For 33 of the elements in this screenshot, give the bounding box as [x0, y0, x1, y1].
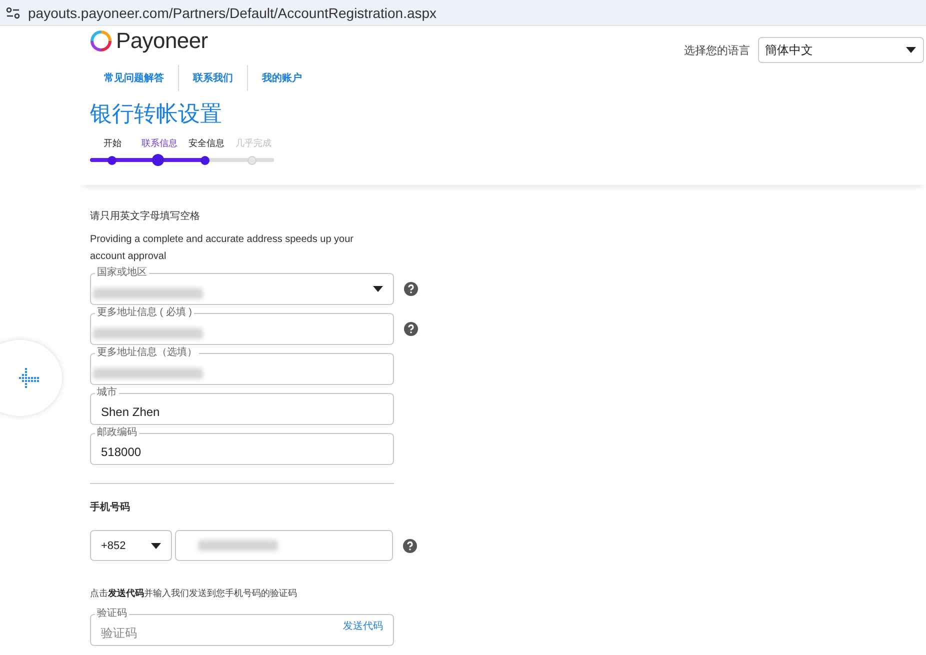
site-settings-icon[interactable]	[6, 6, 20, 18]
logo-text: Payoneer	[116, 28, 208, 54]
help-icon[interactable]	[404, 282, 418, 296]
page-title: 银行转帐设置	[90, 100, 223, 128]
step-label: 联系信息	[140, 137, 178, 150]
notice-text: 请只用英文字母填写空格	[90, 210, 201, 223]
language-select[interactable]: 簡体中文	[758, 37, 924, 63]
caret-icon	[151, 542, 161, 548]
step-label: 几乎完成	[234, 137, 272, 150]
nav-link[interactable]: 常见问题解答	[90, 65, 178, 91]
country-code-select[interactable]: +852	[90, 530, 172, 561]
send-code-link[interactable]: 发送代码	[343, 619, 383, 633]
caret-icon	[905, 47, 917, 53]
step-label: 安全信息	[188, 137, 226, 150]
phone-field[interactable]	[175, 530, 393, 561]
instruction-text: 点击发送代码并输入我们发送到您手机号码的验证码	[90, 587, 298, 600]
field-label: 更多地址信息 ( 必填 )	[95, 306, 194, 319]
hint-text: Providing a complete and accurate address speeds up your account approval	[90, 233, 354, 264]
field-label: 城市	[95, 386, 119, 399]
phone-heading: 手机号码	[90, 500, 131, 514]
language-label: 选择您的语言	[684, 44, 750, 58]
field-label: 更多地址信息（选填）	[95, 346, 199, 359]
field-label: 验证码	[95, 607, 129, 620]
field-label: 国家或地区	[95, 266, 149, 279]
logo-icon	[90, 30, 112, 52]
step-label: 开始	[102, 137, 122, 150]
nav-link[interactable]: 联系我们	[178, 65, 247, 91]
help-icon[interactable]	[404, 322, 418, 336]
nav-link[interactable]: 我的账户	[247, 65, 316, 91]
field-label: 邮政编码	[95, 426, 139, 439]
arrow-left-icon	[18, 368, 40, 388]
caret-icon	[373, 286, 383, 292]
help-icon[interactable]	[403, 538, 417, 552]
